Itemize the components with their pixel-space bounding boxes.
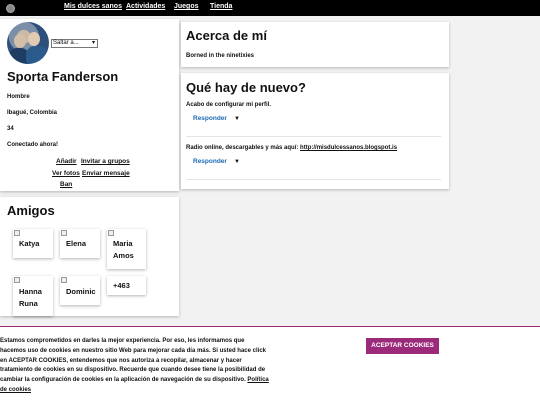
friend-tile-katya[interactable]: Katya <box>13 229 53 258</box>
friend-tile-hanna-runa[interactable]: Hanna Runa <box>13 276 53 316</box>
cookie-text: Estamos comprometidos en darles la mejor… <box>0 337 270 396</box>
divider <box>186 179 441 180</box>
friend-name: Dominic <box>66 287 96 296</box>
profile-age: 34 <box>7 126 14 132</box>
broken-image-icon <box>61 277 67 283</box>
post-text-body: Radio online, descargables y más aquí: <box>186 145 301 151</box>
nav-actividades[interactable]: Actividades <box>126 3 165 10</box>
whats-new-title: Qué hay de nuevo? <box>186 80 306 95</box>
chevron-down-icon: ▾ <box>91 40 95 46</box>
profile-location: Ibagué, Colombia <box>7 110 58 116</box>
more-friends-button[interactable]: +463 <box>107 276 146 295</box>
friend-name: Katya <box>19 239 40 248</box>
view-photos-link[interactable]: Ver fotos <box>52 170 80 177</box>
broken-image-icon <box>61 230 67 236</box>
site-logo-icon[interactable] <box>6 4 15 13</box>
jump-to-select-value: Saltar a... <box>53 40 79 46</box>
cookie-message: Estamos comprometidos en darles la mejor… <box>0 338 266 384</box>
add-friend-link[interactable]: Añadir <box>56 158 77 165</box>
post-text: Acabo de configurar mi perfil. <box>186 102 272 108</box>
broken-image-icon <box>14 277 20 283</box>
profile-status: Conectado ahora! <box>7 142 59 148</box>
caret-down-icon[interactable]: ▼ <box>234 159 240 165</box>
accept-cookies-button[interactable]: ACEPTAR COOKIES <box>366 338 439 354</box>
friend-tile-elena[interactable]: Elena <box>60 229 100 258</box>
friends-title: Amigos <box>7 203 55 218</box>
divider <box>186 136 441 137</box>
ban-link[interactable]: Ban <box>60 181 72 188</box>
profile-name: Sporta Fanderson <box>7 69 119 84</box>
nav-juegos[interactable]: Juegos <box>174 3 199 10</box>
friend-name: Hanna Runa <box>19 287 42 308</box>
reply-button[interactable]: Responder <box>193 158 227 165</box>
jump-to-select[interactable]: Saltar a... ▾ <box>51 39 98 48</box>
profile-gender: Hombre <box>7 94 30 100</box>
friend-name: Maria Amos <box>113 239 134 260</box>
broken-image-icon <box>14 230 20 236</box>
cookie-banner: Estamos comprometidos en darles la mejor… <box>0 326 540 405</box>
post-text: Radio online, descargables y más aquí: h… <box>186 145 397 151</box>
top-navigation-bar: Mis dulces sanos Actividades Juegos Tien… <box>0 0 540 16</box>
broken-image-icon <box>108 230 114 236</box>
nav-mis-dulces-sanos[interactable]: Mis dulces sanos <box>64 3 122 10</box>
nav-tienda[interactable]: Tienda <box>210 3 232 10</box>
caret-down-icon[interactable]: ▼ <box>234 116 240 122</box>
post-link[interactable]: http://misdulcessanos.blogspot.is <box>300 145 397 151</box>
about-title: Acerca de mí <box>186 28 267 43</box>
avatar[interactable] <box>7 22 49 64</box>
friend-tile-maria-amos[interactable]: Maria Amos <box>107 229 146 269</box>
reply-button[interactable]: Responder <box>193 115 227 122</box>
send-message-link[interactable]: Enviar mensaje <box>82 170 130 177</box>
invite-to-groups-link[interactable]: Invitar a grupos <box>81 158 130 165</box>
friend-name: Elena <box>66 239 87 248</box>
about-text: Borned in the ninetixies <box>186 53 255 59</box>
friend-tile-dominic[interactable]: Dominic <box>60 276 100 305</box>
more-friends-count: +463 <box>113 281 130 290</box>
